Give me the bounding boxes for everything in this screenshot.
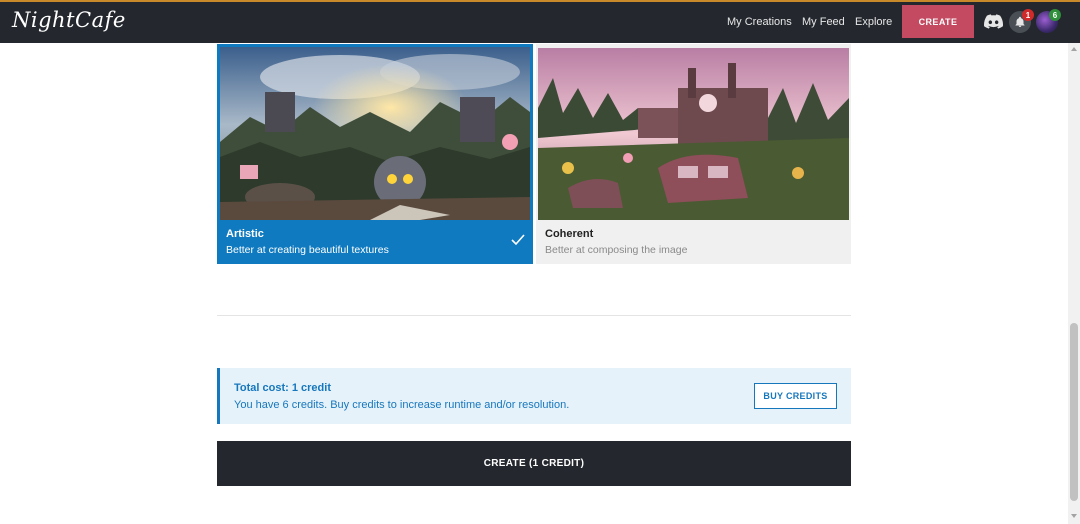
buy-credits-button[interactable]: BUY CREDITS: [754, 383, 837, 409]
header-create-button[interactable]: CREATE: [902, 5, 974, 38]
style-option-coherent[interactable]: Coherent Better at composing the image: [536, 44, 851, 264]
avatar-credits-badge: 6: [1049, 9, 1061, 21]
total-cost-title: Total cost: 1 credit: [234, 382, 331, 394]
create-submit-button[interactable]: CREATE (1 CREDIT): [217, 441, 851, 486]
artistic-title: Artistic: [226, 228, 264, 240]
artistic-subtitle: Better at creating beautiful textures: [226, 244, 389, 256]
scroll-up-arrow-icon[interactable]: [1071, 47, 1077, 51]
nav-explore[interactable]: Explore: [855, 16, 892, 28]
total-cost-panel: Total cost: 1 credit You have 6 credits.…: [217, 368, 851, 424]
nightcafe-logo[interactable]: NightCafe: [12, 8, 126, 32]
notification-count-badge: 1: [1022, 9, 1034, 21]
coherent-title: Coherent: [545, 228, 594, 240]
coherent-preview-image: [538, 48, 849, 220]
scrollbar-thumb[interactable]: [1070, 323, 1078, 501]
discord-icon[interactable]: [984, 14, 1003, 29]
checkmark-icon: [511, 234, 525, 246]
nav-my-feed[interactable]: My Feed: [802, 16, 845, 28]
credits-description: You have 6 credits. Buy credits to incre…: [234, 399, 570, 411]
nav-my-creations[interactable]: My Creations: [727, 16, 792, 28]
artistic-preview-image: [220, 47, 530, 220]
top-navbar: NightCafe My Creations My Feed Explore C…: [0, 2, 1080, 43]
style-option-artistic[interactable]: Artistic Better at creating beautiful te…: [217, 44, 533, 264]
section-divider: [217, 315, 851, 316]
scroll-down-arrow-icon[interactable]: [1071, 514, 1077, 518]
coherent-subtitle: Better at composing the image: [545, 244, 688, 256]
